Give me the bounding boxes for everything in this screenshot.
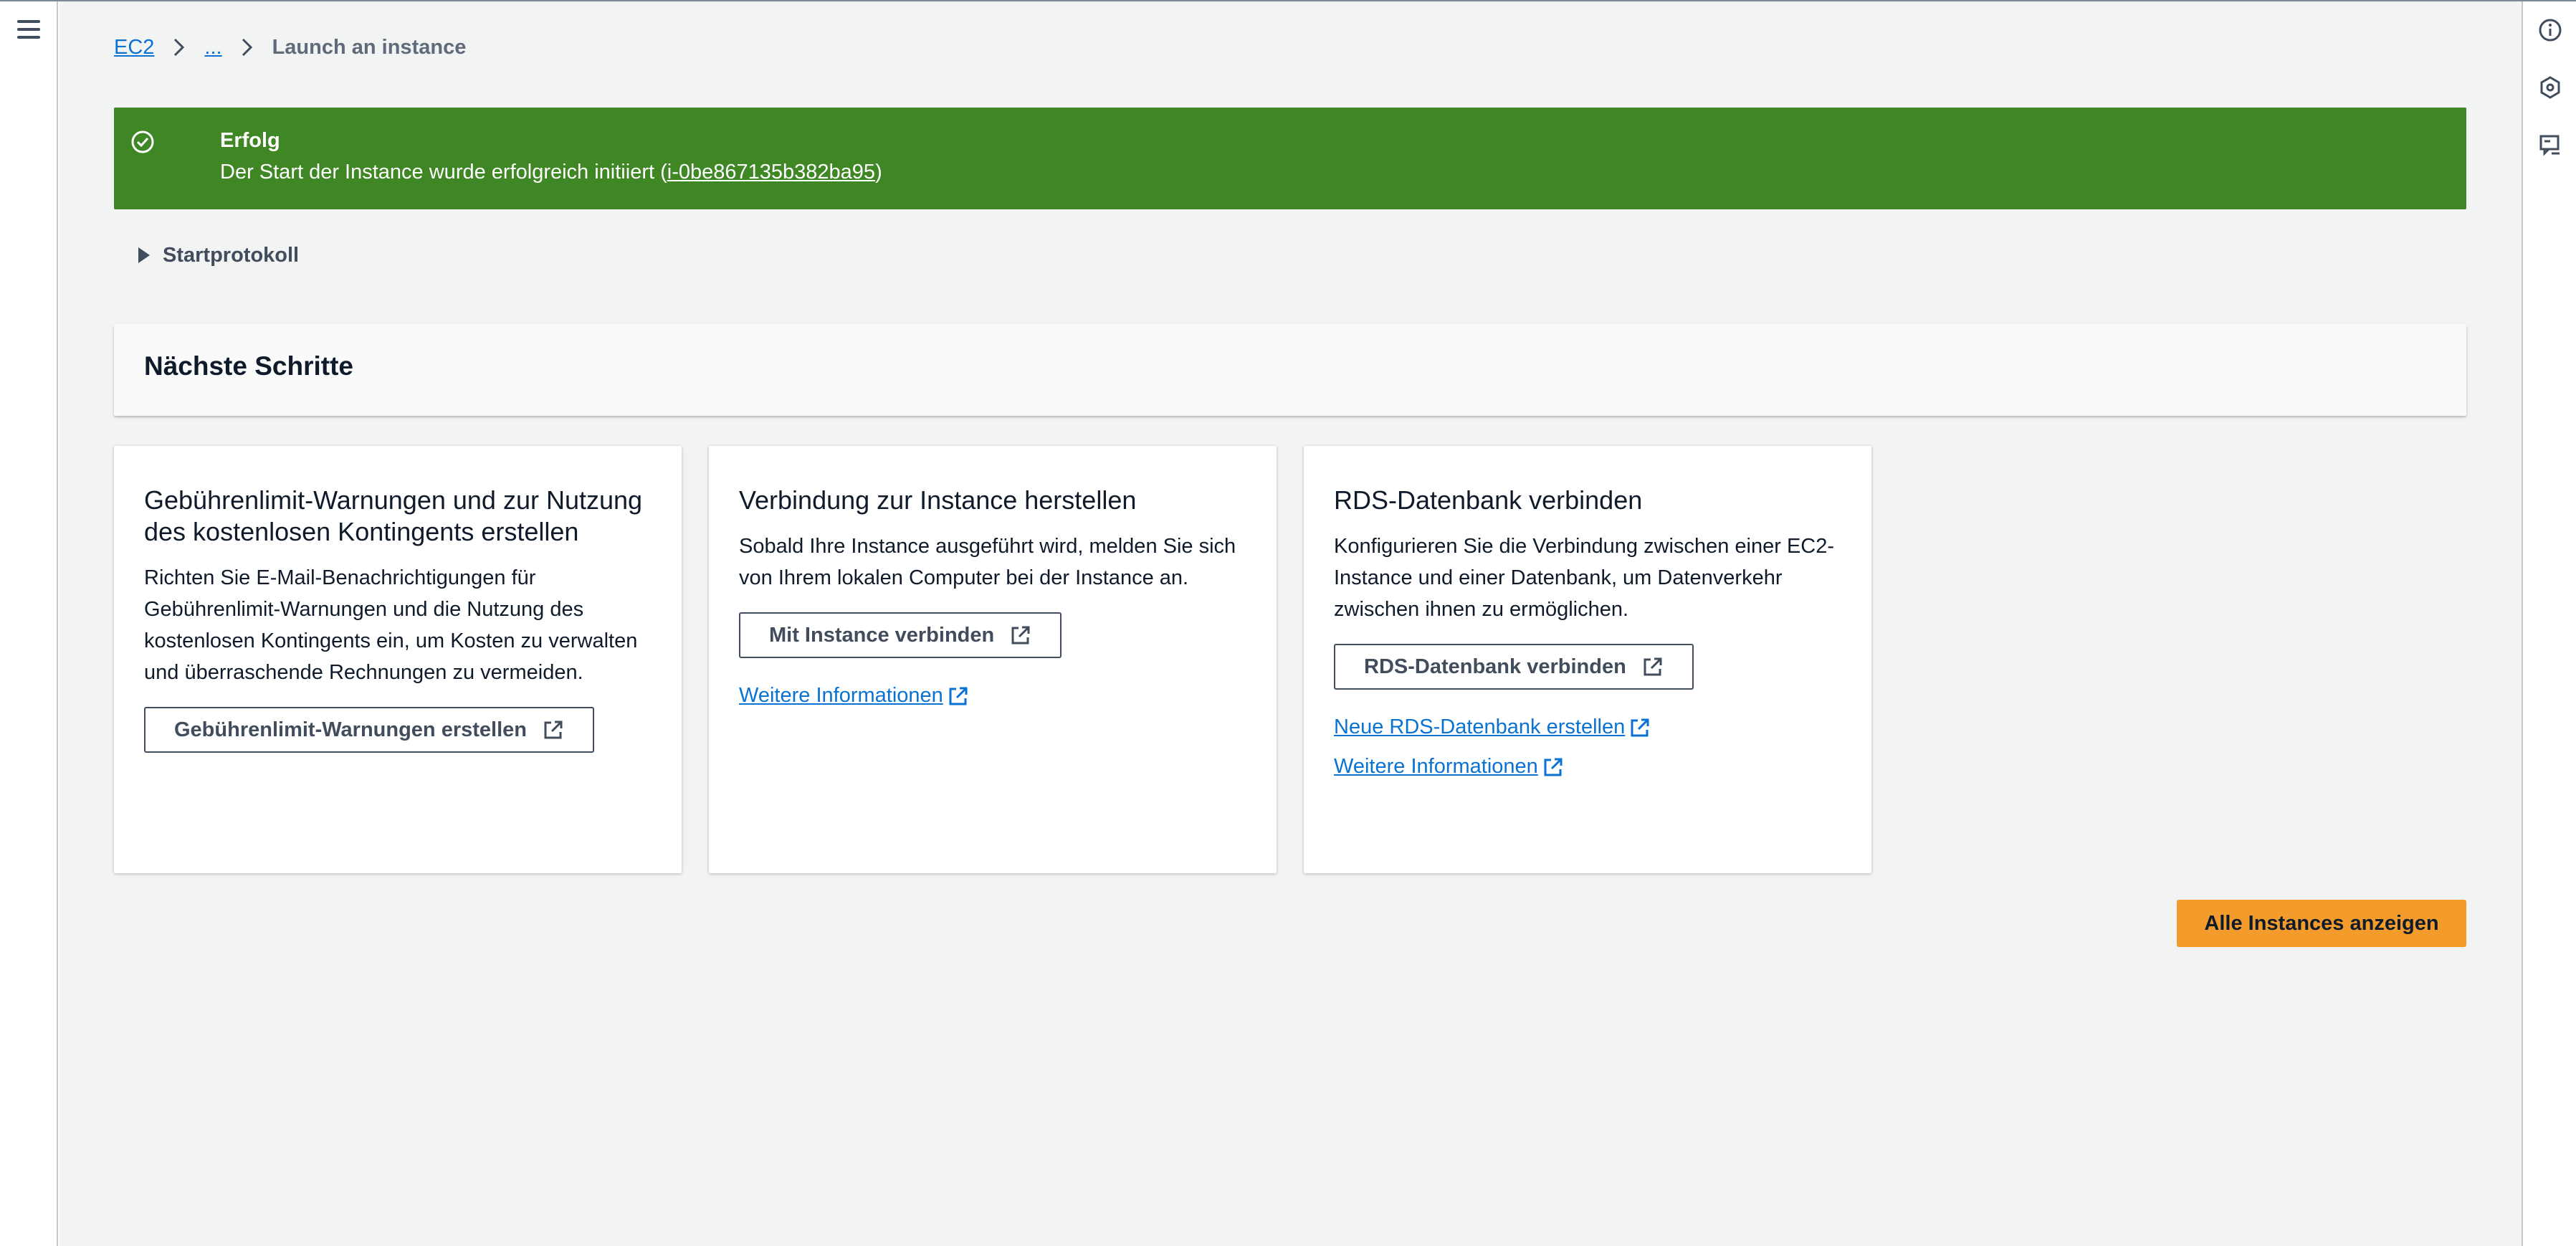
- learn-more-link[interactable]: Weitere Informationen: [739, 684, 969, 708]
- left-rail: [0, 1, 58, 1246]
- connect-rds-button[interactable]: RDS-Datenbank verbinden: [1334, 644, 1694, 690]
- view-all-instances-button[interactable]: Alle Instances anzeigen: [2177, 900, 2466, 947]
- expander-label: Startprotokoll: [163, 243, 300, 267]
- external-link-icon: [1644, 657, 1662, 676]
- external-link-icon: [949, 687, 968, 705]
- card-connect-instance: Verbindung zur Instance herstellen Sobal…: [709, 446, 1277, 873]
- settings-hex-icon[interactable]: [2537, 75, 2563, 100]
- feedback-icon[interactable]: [2537, 132, 2563, 158]
- hamburger-menu-icon[interactable]: [17, 20, 40, 42]
- external-link-icon: [1011, 626, 1030, 645]
- button-label: Gebührenlimit-Warnungen erstellen: [174, 718, 527, 741]
- breadcrumb-ellipsis[interactable]: ...: [204, 36, 221, 60]
- info-icon[interactable]: [2537, 17, 2563, 43]
- create-billing-alerts-button[interactable]: Gebührenlimit-Warnungen erstellen: [144, 707, 594, 753]
- card-rds-connect: RDS-Datenbank verbinden Konfigurieren Si…: [1304, 446, 1871, 873]
- next-steps-header: Nächste Schritte: [114, 324, 2466, 416]
- caret-right-icon: [138, 247, 150, 263]
- next-steps-title: Nächste Schritte: [144, 351, 353, 381]
- card-title: RDS-Datenbank verbinden: [1334, 485, 1643, 515]
- card-text: Konfigurieren Sie die Verbindung zwische…: [1334, 535, 1835, 621]
- breadcrumb-ec2[interactable]: EC2: [114, 36, 154, 60]
- flash-message: Der Start der Instance wurde erfolgreich…: [220, 161, 882, 184]
- flash-message-prefix: Der Start der Instance wurde erfolgreich…: [220, 161, 667, 184]
- learn-more-link[interactable]: Weitere Informationen: [1334, 755, 1564, 779]
- card-text: Richten Sie E-Mail-Benachrichtigungen fü…: [144, 566, 638, 684]
- card-text: Sobald Ihre Instance ausgeführt wird, me…: [739, 535, 1236, 589]
- breadcrumb-current: Launch an instance: [272, 35, 467, 59]
- check-circle-icon: [131, 130, 154, 153]
- flash-message-suffix: ): [875, 161, 882, 184]
- chevron-right-icon: [173, 38, 186, 57]
- breadcrumb: EC2 ... Launch an instance: [114, 33, 466, 62]
- card-title: Gebührenlimit-Warnungen und zur Nutzung …: [144, 485, 643, 546]
- link-label: Weitere Informationen: [1334, 755, 1538, 778]
- flash-title: Erfolg: [220, 129, 280, 152]
- link-label: Neue RDS-Datenbank erstellen: [1334, 715, 1626, 738]
- card-billing-alerts: Gebührenlimit-Warnungen und zur Nutzung …: [114, 446, 682, 873]
- right-rail: [2522, 1, 2576, 1246]
- create-rds-link[interactable]: Neue RDS-Datenbank erstellen: [1334, 715, 1651, 739]
- success-flash: Erfolg Der Start der Instance wurde erfo…: [114, 108, 2466, 209]
- app-frame: EC2 ... Launch an instance Erfolg Der St…: [0, 0, 2576, 1246]
- launch-log-expander[interactable]: Startprotokoll: [138, 241, 299, 270]
- external-link-icon: [544, 721, 563, 739]
- chevron-right-icon: [241, 38, 254, 57]
- main-content: EC2 ... Launch an instance Erfolg Der St…: [59, 1, 2522, 1246]
- external-link-icon: [1544, 758, 1563, 776]
- button-label: Mit Instance verbinden: [769, 623, 995, 647]
- button-label: RDS-Datenbank verbinden: [1364, 655, 1626, 678]
- card-title: Verbindung zur Instance herstellen: [739, 485, 1137, 515]
- connect-instance-button[interactable]: Mit Instance verbinden: [739, 612, 1062, 658]
- external-link-icon: [1631, 718, 1649, 736]
- link-label: Weitere Informationen: [739, 684, 943, 707]
- instance-id-link[interactable]: i-0be867135b382ba95: [667, 161, 875, 184]
